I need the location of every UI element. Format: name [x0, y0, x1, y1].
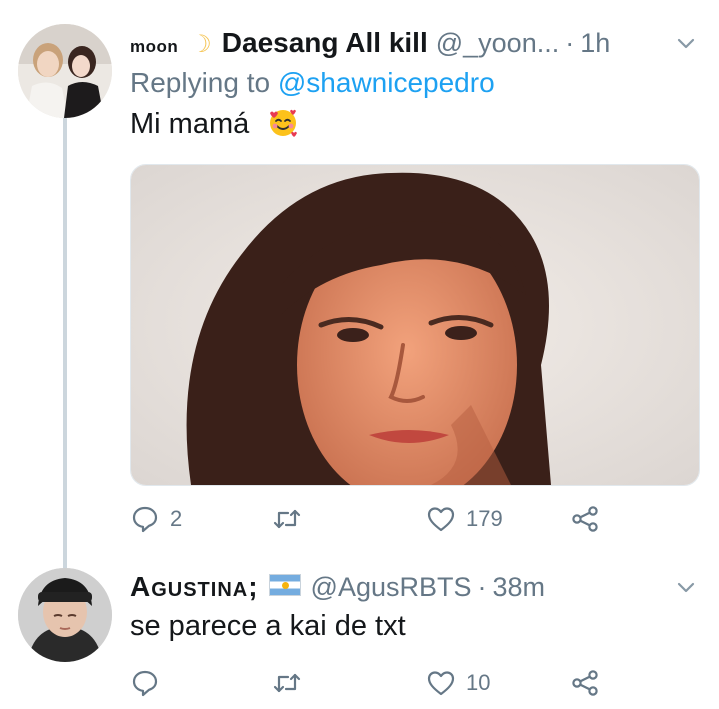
like-button[interactable]: 10 — [426, 666, 490, 700]
separator-dot: · — [565, 28, 575, 58]
argentina-flag-icon — [268, 574, 301, 596]
retweet-icon — [273, 673, 301, 693]
author-display-name[interactable]: Agustina; — [130, 568, 259, 606]
like-count: 179 — [466, 506, 503, 531]
chevron-down-icon[interactable] — [677, 582, 695, 594]
tweet[interactable]: Agustina; @AgusRBTS · 38m se parece a ka… — [130, 568, 699, 697]
retweet-button[interactable] — [272, 666, 312, 700]
author-handle[interactable]: @AgusRBTS — [311, 568, 472, 606]
tweet-header: Agustina; @AgusRBTS · 38m — [130, 568, 699, 606]
timestamp[interactable]: 1h — [580, 24, 610, 62]
tweet-text-content: Mi mamá — [130, 108, 250, 140]
portrait-photo — [131, 165, 699, 485]
author-name-small[interactable]: moon — [130, 28, 178, 66]
tweet-actions: 10 — [130, 666, 610, 700]
share-button[interactable] — [570, 502, 600, 536]
smiling-face-with-hearts-icon — [270, 109, 298, 137]
like-count: 10 — [466, 670, 491, 695]
tweet-header: moon ☽ Daesang All kill @_yoon... · 1h — [130, 24, 699, 62]
share-icon — [572, 670, 598, 696]
flag-sun — [281, 582, 289, 589]
reply-button[interactable] — [130, 666, 170, 700]
replying-to: Replying to @shawnicepedro — [130, 62, 699, 104]
share-icon — [572, 506, 598, 532]
tweet-media-photo[interactable] — [130, 164, 700, 486]
replying-to-mention[interactable]: @shawnicepedro — [278, 67, 495, 98]
reply-icon — [132, 670, 158, 697]
retweet-icon — [273, 509, 301, 529]
author-handle[interactable]: @_yoon... — [436, 24, 559, 62]
tweet-text: se parece a kai de txt — [130, 606, 699, 646]
tweet[interactable]: moon ☽ Daesang All kill @_yoon... · 1h R… — [130, 24, 700, 533]
avatar-image — [18, 568, 112, 662]
crescent-moon-icon: ☽ — [190, 31, 212, 58]
tweet-text: Mi mamá — [130, 104, 699, 144]
author-display-name[interactable]: Daesang All kill — [222, 24, 428, 62]
timestamp[interactable]: 38m — [493, 568, 546, 606]
reply-icon — [132, 506, 158, 533]
retweet-button[interactable] — [272, 502, 312, 536]
tweet-text-content: se parece a kai de txt — [130, 610, 406, 642]
share-button[interactable] — [570, 666, 600, 700]
avatar[interactable] — [18, 24, 112, 118]
tweet-actions: 2 179 — [130, 502, 610, 536]
thread-connector-line — [63, 118, 67, 568]
heart-icon — [427, 507, 455, 532]
avatar[interactable] — [18, 568, 112, 662]
replying-prefix: Replying to — [130, 67, 271, 98]
chevron-down-icon[interactable] — [677, 38, 695, 50]
avatar-image — [18, 24, 112, 118]
tweet-thread: moon ☽ Daesang All kill @_yoon... · 1h R… — [0, 0, 719, 709]
reply-button[interactable]: 2 — [130, 502, 182, 536]
reply-count: 2 — [170, 506, 183, 531]
like-button[interactable]: 179 — [426, 502, 503, 536]
heart-icon — [427, 671, 455, 696]
separator-dot: · — [477, 572, 487, 602]
